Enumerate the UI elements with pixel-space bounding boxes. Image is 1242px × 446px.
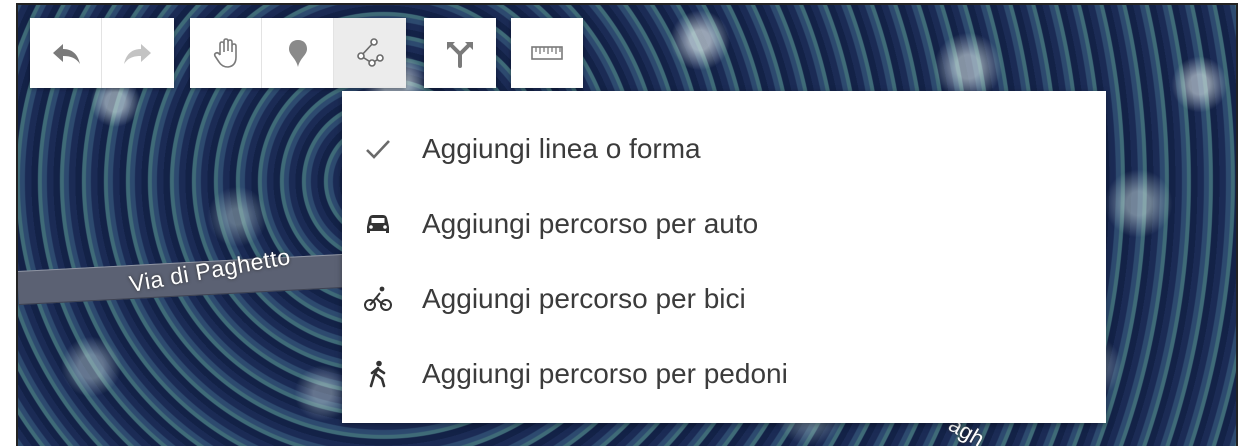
measure-distance-button[interactable] — [511, 18, 583, 88]
menu-item-label: Aggiungi percorso per auto — [422, 207, 759, 239]
bike-icon — [358, 284, 398, 314]
map-pin-icon — [288, 40, 307, 67]
measure-toolbar — [511, 18, 583, 88]
menu-item-label: Aggiungi linea o forma — [422, 132, 701, 164]
undo-arrow-icon — [52, 44, 80, 64]
menu-item-add-walk-route[interactable]: Aggiungi percorso per pedoni — [342, 336, 1106, 411]
ruler-icon — [531, 46, 563, 60]
draw-line-menu: Aggiungi linea o forma Aggiungi percorso… — [342, 91, 1106, 423]
car-icon — [358, 209, 398, 239]
menu-item-label: Aggiungi percorso per bici — [422, 282, 746, 314]
menu-item-add-line[interactable]: Aggiungi linea o forma — [342, 111, 1106, 186]
draw-line-button[interactable] — [334, 18, 406, 88]
menu-item-label: Aggiungi percorso per pedoni — [422, 357, 788, 389]
history-toolbar — [30, 18, 174, 88]
drawing-toolbar — [190, 18, 406, 88]
directions-toolbar — [424, 18, 496, 88]
redo-button[interactable] — [102, 18, 174, 88]
map-viewport[interactable]: Via di Paghetto agh Aggiungi linea o for… — [16, 3, 1238, 446]
walk-icon — [358, 359, 398, 389]
redo-arrow-icon — [124, 44, 151, 64]
draw-line-icon — [357, 38, 384, 67]
menu-item-add-bike-route[interactable]: Aggiungi percorso per bici — [342, 261, 1106, 336]
undo-button[interactable] — [30, 18, 102, 88]
menu-item-add-car-route[interactable]: Aggiungi percorso per auto — [342, 186, 1106, 261]
hand-icon — [213, 38, 237, 68]
pan-hand-button[interactable] — [190, 18, 262, 88]
add-marker-button[interactable] — [262, 18, 334, 88]
checkmark-icon — [358, 134, 398, 164]
directions-icon — [447, 42, 473, 68]
add-directions-button[interactable] — [424, 18, 496, 88]
